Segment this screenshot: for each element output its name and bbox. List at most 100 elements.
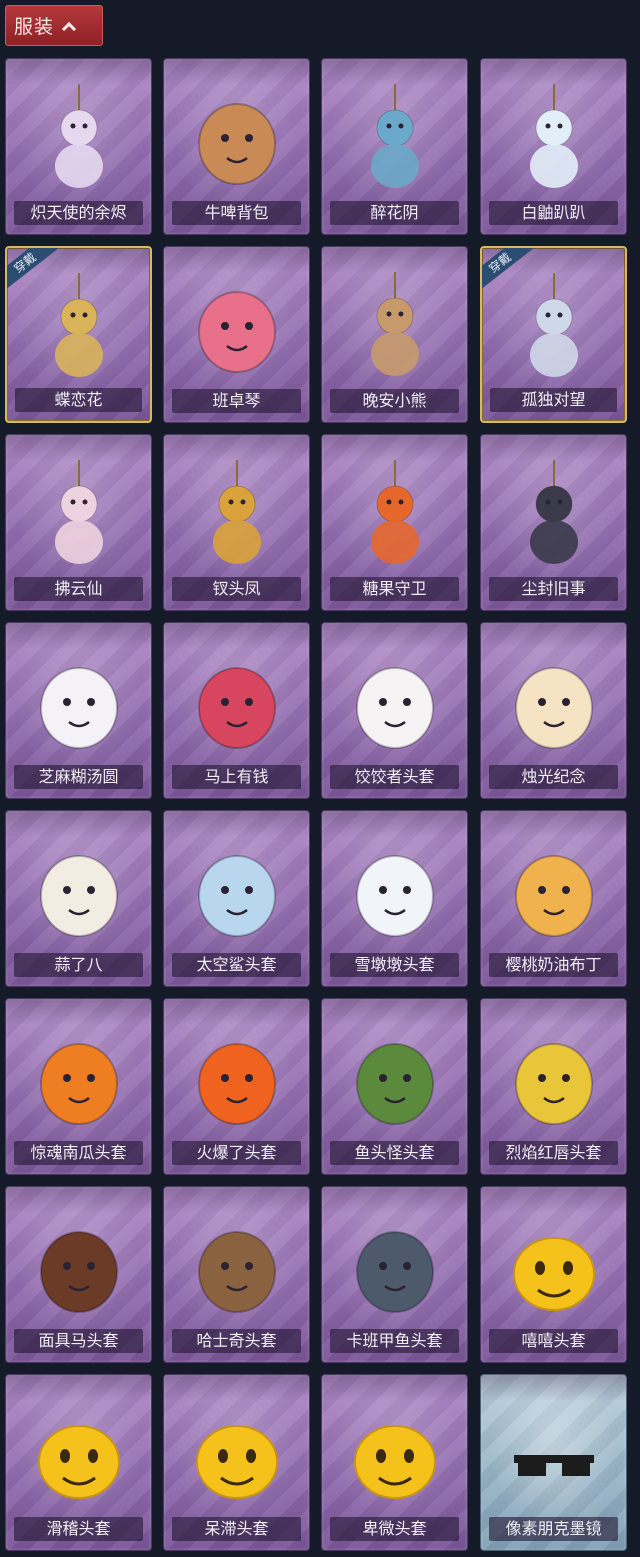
cow-beer-barrel-icon bbox=[189, 79, 285, 199]
costume-card[interactable]: 鱼头怪头套 bbox=[321, 998, 468, 1175]
costume-name: 惊魂南瓜头套 bbox=[14, 1141, 143, 1165]
pumpkin-scarecrow-icon bbox=[347, 455, 443, 575]
costume-name: 哈士奇头套 bbox=[172, 1329, 301, 1353]
costume-card[interactable]: 蒜了八 bbox=[5, 810, 152, 987]
costume-name: 孤独对望 bbox=[490, 388, 617, 412]
costume-name: 拂云仙 bbox=[14, 577, 143, 601]
funny-emoji-icon bbox=[31, 1395, 127, 1515]
costume-card[interactable]: 雪墩墩头套 bbox=[321, 810, 468, 987]
costume-card[interactable]: 饺饺者头套 bbox=[321, 622, 468, 799]
costume-name: 糖果守卫 bbox=[330, 577, 459, 601]
fish-head-mask-icon bbox=[347, 1019, 443, 1139]
costume-name: 鱼头怪头套 bbox=[330, 1141, 459, 1165]
costume-card[interactable]: 卡班甲鱼头套 bbox=[321, 1186, 468, 1363]
crowned-boy-charm-icon bbox=[506, 455, 602, 575]
husky-shades-icon bbox=[189, 1207, 285, 1327]
chevron-up-icon bbox=[61, 21, 77, 36]
costume-card[interactable]: 嘻嘻头套 bbox=[480, 1186, 627, 1363]
costume-card[interactable]: 马上有钱 bbox=[163, 622, 310, 799]
costume-card[interactable]: 尘封旧事 bbox=[480, 434, 627, 611]
grinning-emoji-icon bbox=[506, 1207, 602, 1327]
costume-card[interactable]: 钗头凤 bbox=[163, 434, 310, 611]
costume-card[interactable]: 牛啤背包 bbox=[163, 58, 310, 235]
costume-card[interactable]: 白鼬趴趴 bbox=[480, 58, 627, 235]
costume-card[interactable]: 面具马头套 bbox=[5, 1186, 152, 1363]
costume-name: 蝶恋花 bbox=[15, 388, 142, 412]
costume-category-toggle[interactable]: 服装 bbox=[5, 5, 103, 46]
costume-card[interactable]: 烈焰红唇头套 bbox=[480, 998, 627, 1175]
cloud-fairy-charm-icon bbox=[31, 455, 127, 575]
bell-wreath-icon bbox=[31, 268, 127, 388]
costume-name: 芝麻糊汤圆 bbox=[14, 765, 143, 789]
jeweled-dreamcatcher-icon bbox=[347, 79, 443, 199]
teddy-bear-icon bbox=[347, 267, 443, 387]
costume-card[interactable]: 班卓琴 bbox=[163, 246, 310, 423]
costume-name: 牛啤背包 bbox=[172, 201, 301, 225]
costume-name: 太空鲨头套 bbox=[172, 953, 301, 977]
snowman-head-icon bbox=[347, 831, 443, 951]
rice-ball-head-icon bbox=[31, 643, 127, 763]
horse-mask-icon bbox=[31, 1207, 127, 1327]
costume-card[interactable]: 芝麻糊汤圆 bbox=[5, 622, 152, 799]
costume-name: 滑稽头套 bbox=[14, 1517, 143, 1541]
pleading-emoji-icon bbox=[347, 1395, 443, 1515]
garlic-head-icon bbox=[31, 831, 127, 951]
pixel-sunglasses-icon bbox=[506, 1395, 602, 1515]
costume-name: 马上有钱 bbox=[172, 765, 301, 789]
costume-card[interactable]: 穿戴 孤独对望 bbox=[480, 246, 627, 423]
costume-card[interactable]: 像素朋克墨镜 bbox=[480, 1374, 627, 1551]
pudding-head-icon bbox=[506, 831, 602, 951]
yellow-mascot-shades-icon bbox=[506, 1019, 602, 1139]
candle-head-icon bbox=[506, 643, 602, 763]
fireball-head-icon bbox=[189, 1019, 285, 1139]
angel-doll-icon bbox=[31, 79, 127, 199]
costume-card[interactable]: 糖果守卫 bbox=[321, 434, 468, 611]
costume-name: 樱桃奶油布丁 bbox=[489, 953, 618, 977]
category-title: 服装 bbox=[14, 16, 55, 38]
white-ferret-icon bbox=[506, 79, 602, 199]
costume-card[interactable]: 呆滞头套 bbox=[163, 1374, 310, 1551]
red-horse-head-icon bbox=[189, 643, 285, 763]
costume-card[interactable]: 烛光纪念 bbox=[480, 622, 627, 799]
costume-name: 炽天使的余烬 bbox=[14, 201, 143, 225]
costume-card[interactable]: 滑稽头套 bbox=[5, 1374, 152, 1551]
pink-creature-banjo-icon bbox=[189, 267, 285, 387]
costume-card[interactable]: 拂云仙 bbox=[5, 434, 152, 611]
costume-card[interactable]: 晚安小熊 bbox=[321, 246, 468, 423]
costume-card[interactable]: 醉花阴 bbox=[321, 58, 468, 235]
phoenix-crown-doll-icon bbox=[189, 455, 285, 575]
dumpling-cloud-head-icon bbox=[347, 643, 443, 763]
costume-name: 白鼬趴趴 bbox=[489, 201, 618, 225]
silver-haired-doll-icon bbox=[506, 268, 602, 388]
costume-card[interactable]: 穿戴 蝶恋花 bbox=[5, 246, 152, 423]
costume-name: 烈焰红唇头套 bbox=[489, 1141, 618, 1165]
costume-name: 雪墩墩头套 bbox=[330, 953, 459, 977]
costume-name: 醉花阴 bbox=[330, 201, 459, 225]
costume-name: 像素朋克墨镜 bbox=[489, 1517, 618, 1541]
costume-grid: 炽天使的余烬 牛啤背包 醉花阴 白鼬趴趴穿戴 蝶恋花 班卓琴 晚安小熊 穿戴 孤独对望拂云仙 钗头… bbox=[0, 58, 640, 1557]
costume-card[interactable]: 太空鲨头套 bbox=[163, 810, 310, 987]
costume-name: 火爆了头套 bbox=[172, 1141, 301, 1165]
costume-card[interactable]: 哈士奇头套 bbox=[163, 1186, 310, 1363]
costume-name: 尘封旧事 bbox=[489, 577, 618, 601]
costume-card[interactable]: 惊魂南瓜头套 bbox=[5, 998, 152, 1175]
costume-card[interactable]: 卑微头套 bbox=[321, 1374, 468, 1551]
costume-name: 卡班甲鱼头套 bbox=[330, 1329, 459, 1353]
costume-name: 班卓琴 bbox=[172, 389, 301, 413]
costume-name: 嘻嘻头套 bbox=[489, 1329, 618, 1353]
costume-name: 呆滞头套 bbox=[172, 1517, 301, 1541]
costume-name: 卑微头套 bbox=[330, 1517, 459, 1541]
blob-fish-head-icon bbox=[347, 1207, 443, 1327]
costume-name: 面具马头套 bbox=[14, 1329, 143, 1353]
costume-name: 烛光纪念 bbox=[489, 765, 618, 789]
costume-name: 钗头凤 bbox=[172, 577, 301, 601]
costume-card[interactable]: 火爆了头套 bbox=[163, 998, 310, 1175]
costume-card[interactable]: 炽天使的余烬 bbox=[5, 58, 152, 235]
costume-name: 饺饺者头套 bbox=[330, 765, 459, 789]
costume-name: 晚安小熊 bbox=[330, 389, 459, 413]
costume-name: 蒜了八 bbox=[14, 953, 143, 977]
dazed-emoji-icon bbox=[189, 1395, 285, 1515]
costume-card[interactable]: 樱桃奶油布丁 bbox=[480, 810, 627, 987]
jack-o-lantern-icon bbox=[31, 1019, 127, 1139]
shark-head-icon bbox=[189, 831, 285, 951]
